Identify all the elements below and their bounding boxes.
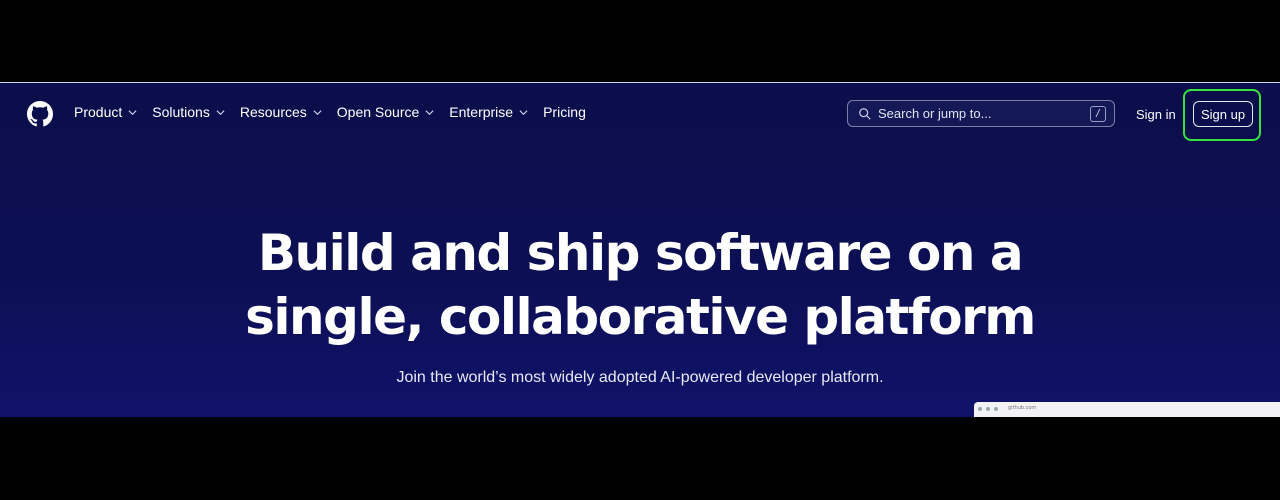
nav-open-source[interactable]: Open Source: [337, 104, 435, 120]
nav-label: Open Source: [336, 104, 420, 120]
search-shortcut-key: /: [1090, 106, 1106, 122]
nav-label: Pricing: [543, 104, 586, 120]
top-navigation: Product Solutions Resources Open Source …: [0, 83, 1280, 147]
browser-preview-image: github.com: [974, 402, 1280, 417]
github-mark-icon[interactable]: [27, 101, 53, 127]
chevron-down-icon: [128, 109, 137, 115]
chevron-down-icon: [216, 109, 225, 115]
hero-title-line-2: single, collaborative platform: [245, 288, 1036, 346]
hero-title: Build and ship software on a single, col…: [0, 221, 1280, 349]
main-nav: Product Solutions Resources Open Source …: [74, 104, 601, 120]
nav-enterprise[interactable]: Enterprise: [449, 104, 528, 120]
preview-url: github.com: [1008, 405, 1037, 411]
search-icon: [859, 107, 871, 120]
hero-subtitle: Join the world’s most widely adopted AI-…: [396, 369, 884, 386]
sign-up-label: Sign up: [1200, 106, 1246, 122]
forward-icon: [986, 407, 990, 411]
nav-label: Resources: [239, 104, 307, 120]
chevron-down-icon: [519, 109, 528, 115]
page-frame: Product Solutions Resources Open Source …: [0, 82, 1280, 417]
chevron-down-icon: [425, 109, 434, 115]
nav-label: Solutions: [152, 104, 210, 120]
nav-solutions[interactable]: Solutions: [152, 104, 225, 120]
hero-title-line-1: Build and ship software on a: [257, 224, 1024, 282]
sign-in-link[interactable]: Sign in: [1136, 107, 1176, 122]
back-icon: [978, 407, 982, 411]
reload-icon: [994, 407, 998, 411]
nav-label: Product: [74, 104, 123, 120]
nav-pricing[interactable]: Pricing: [543, 104, 586, 120]
search-input[interactable]: Search or jump to... /: [847, 100, 1115, 127]
search-placeholder: Search or jump to...: [878, 106, 992, 121]
nav-resources[interactable]: Resources: [240, 104, 322, 120]
chevron-down-icon: [313, 109, 322, 115]
sign-up-button[interactable]: Sign up: [1193, 101, 1253, 127]
nav-label: Enterprise: [449, 104, 514, 120]
nav-product[interactable]: Product: [74, 104, 137, 120]
